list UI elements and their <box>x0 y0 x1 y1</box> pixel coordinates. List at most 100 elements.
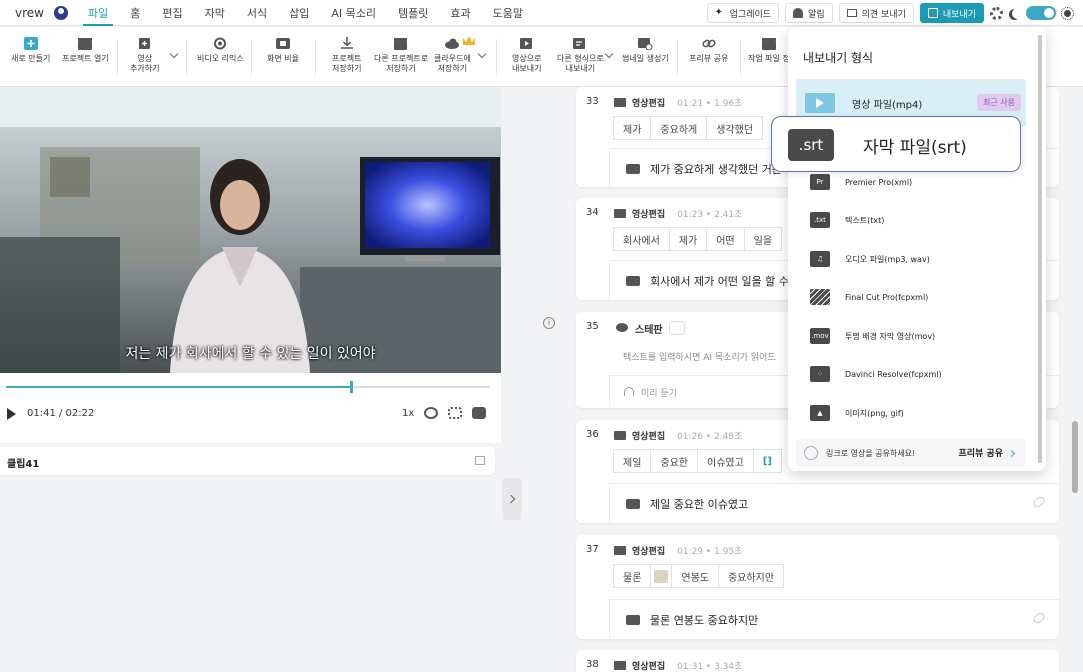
clip-card[interactable]: 37 영상편집 01:29 • 1.95초 물론 연봉도 중요하지만 물론 연봉… <box>576 535 1059 639</box>
open-external-icon[interactable] <box>475 456 485 465</box>
account-avatar[interactable] <box>53 5 68 20</box>
chevron-down-icon[interactable] <box>604 49 614 59</box>
subtitle-text[interactable]: 제가 중요하게 생각했던 거는 <box>650 161 782 177</box>
capture-icon[interactable] <box>424 407 438 419</box>
collapse-panel-button[interactable] <box>502 478 522 520</box>
word-chip[interactable]: 제가 <box>613 116 652 140</box>
word-chip[interactable]: 중요한 <box>650 449 699 473</box>
menu-effects[interactable]: 효과 <box>439 0 481 26</box>
share-preview-row[interactable]: 링크로 영상을 공유하세요! 프리뷰 공유 <box>796 439 1026 467</box>
word-chip[interactable]: 물론 <box>613 564 652 588</box>
progress-handle[interactable] <box>349 381 353 393</box>
clip-meta: 01:23 • 2.41초 <box>677 210 743 220</box>
word-chip[interactable]: 중요하지만 <box>718 564 785 588</box>
grid-icon[interactable] <box>448 407 462 419</box>
new-project-button[interactable]: 새로 만들기 <box>11 37 50 64</box>
export-other-format-button[interactable]: 다른 형식으로 내보내기 <box>557 37 604 74</box>
export-icon <box>927 8 938 18</box>
export-option-audio[interactable]: ♫ 오디오 파일(mp3, wav) <box>796 241 1026 277</box>
clips-scrollbar[interactable] <box>1072 421 1078 493</box>
word-chip[interactable]: 이슈였고 <box>697 449 754 473</box>
link-icon[interactable] <box>1031 611 1047 625</box>
menu-edit[interactable]: 편집 <box>151 0 193 26</box>
export-video-button[interactable]: 영상으로 내보내기 <box>512 37 541 74</box>
voice-settings-icon[interactable] <box>669 321 685 335</box>
export-option-srt[interactable]: .srt 자막 파일(srt) <box>771 116 1021 172</box>
app-name: vrew <box>15 5 44 20</box>
toolbar-divider <box>251 39 252 75</box>
info-icon[interactable]: i <box>543 317 555 329</box>
clip-header: 영상편집 01:29 • 1.95초 <box>614 544 742 557</box>
caption-icon[interactable] <box>472 407 486 419</box>
menu-format[interactable]: 서식 <box>236 0 278 26</box>
export-option-txt[interactable]: .txt 텍스트(txt) <box>796 202 1026 238</box>
voice-name[interactable]: 스테판 <box>635 321 663 336</box>
menu-subtitle[interactable]: 자막 <box>194 0 236 26</box>
menu-file[interactable]: 파일 <box>77 0 119 26</box>
word-chip[interactable]: 제일 <box>613 449 652 473</box>
export-other-label-2: 내보내기 <box>565 64 596 73</box>
playback-progress[interactable] <box>6 381 490 393</box>
playback-speed[interactable]: 1x <box>402 408 414 419</box>
word-chip[interactable]: 중요하게 <box>650 116 708 140</box>
notifications-button[interactable]: 알림 <box>785 3 833 23</box>
image-thumbnail-icon <box>654 569 669 583</box>
tts-input-placeholder[interactable]: 텍스트를 입력하시면 AI 목소리가 읽어드 <box>623 350 776 363</box>
export-button[interactable]: 내보내기 <box>919 3 984 23</box>
settings-gear-icon[interactable] <box>990 6 1003 20</box>
download-icon <box>340 37 353 49</box>
upgrade-button[interactable]: ✦ 업그레이드 <box>706 3 780 23</box>
play-icon[interactable] <box>7 408 16 420</box>
image-chip[interactable] <box>650 564 673 588</box>
export-option-mov[interactable]: .mov 투명 배경 자막 영상(mov) <box>796 318 1026 354</box>
theme-toggle[interactable] <box>1026 6 1056 20</box>
subtitle-row[interactable]: 제일 중요한 이슈였고 <box>609 483 1059 523</box>
voice-speaker-icon <box>616 323 628 332</box>
feedback-button[interactable]: 의견 보내기 <box>838 3 914 23</box>
aspect-ratio-button[interactable]: 화면 비율 <box>267 37 299 64</box>
chevron-down-icon[interactable] <box>477 49 487 59</box>
export-option-davinci[interactable]: ⁘ Davinci Resolve(fcpxml) <box>796 356 1026 392</box>
word-chip[interactable]: 어떤 <box>706 227 745 251</box>
film-icon <box>614 209 626 218</box>
empty-word-chip[interactable]: [] <box>752 449 782 473</box>
word-chips: 회사에서 제가 어떤 일을 <box>613 227 783 251</box>
word-chip[interactable]: 연봉도 <box>671 564 720 588</box>
export-option-image[interactable]: ▲ 이미지(png, gif) <box>796 395 1026 431</box>
menu-insert[interactable]: 삽입 <box>278 0 320 26</box>
clip-card[interactable]: 38 영상편집 01:31 • 3.34초 <box>576 650 1059 672</box>
video-preview[interactable]: 저는 제가 회사에서 할 수 있는 일이 있어야 <box>0 87 501 373</box>
subtitle-text[interactable]: 물론 연봉도 중요하지만 <box>650 612 758 628</box>
save-work-file-button[interactable]: 작업 파일 정 <box>748 37 790 64</box>
word-chip[interactable]: 회사에서 <box>613 227 670 251</box>
export-option-final-cut[interactable]: Final Cut Pro(fcpxml) <box>796 279 1026 315</box>
export-other-label-1: 다른 형식으로 <box>557 54 604 63</box>
link-icon <box>804 446 818 460</box>
open-project-button[interactable]: 프로젝트 열기 <box>62 37 109 64</box>
save-as-project-button[interactable]: 다른 프로젝트로 저장하기 <box>374 37 428 74</box>
link-icon[interactable] <box>1031 495 1047 509</box>
subtitle-text[interactable]: 제일 중요한 이슈였고 <box>650 496 748 512</box>
menu-home[interactable]: 홈 <box>119 0 151 26</box>
word-chip[interactable]: 제가 <box>668 227 708 251</box>
menu-help[interactable]: 도움말 <box>482 0 534 26</box>
video-remix-button[interactable]: 비디오 리믹스 <box>197 37 244 64</box>
save-project-button[interactable]: 프로젝트 저장하기 <box>332 37 361 74</box>
export-menu-scrollbar[interactable] <box>1038 35 1042 463</box>
menu-template[interactable]: 템플릿 <box>387 0 439 26</box>
thumbnail-generator-button[interactable]: 썸네일 생성기 <box>622 37 669 64</box>
chevron-down-icon[interactable] <box>169 49 179 59</box>
clip-number: 33 <box>586 96 599 107</box>
add-video-button[interactable]: 영상 추가하기 <box>130 37 159 74</box>
preview-share-button[interactable]: 프리뷰 공유 <box>689 37 728 64</box>
word-chip[interactable]: 일을 <box>743 227 783 251</box>
menu-ai-voice[interactable]: AI 목소리 <box>320 0 387 26</box>
clip-number: 34 <box>586 207 599 218</box>
mov-file-icon: .mov <box>810 328 830 344</box>
subtitle-row[interactable]: 물론 연봉도 중요하지만 <box>609 599 1059 639</box>
word-chip[interactable]: 생각했던 <box>706 116 764 140</box>
preview-share-link[interactable]: 프리뷰 공유 <box>958 446 1014 459</box>
clip-type: 영상편집 <box>632 99 666 109</box>
save-other-label-2: 저장하기 <box>386 64 416 73</box>
link-icon <box>702 39 716 48</box>
